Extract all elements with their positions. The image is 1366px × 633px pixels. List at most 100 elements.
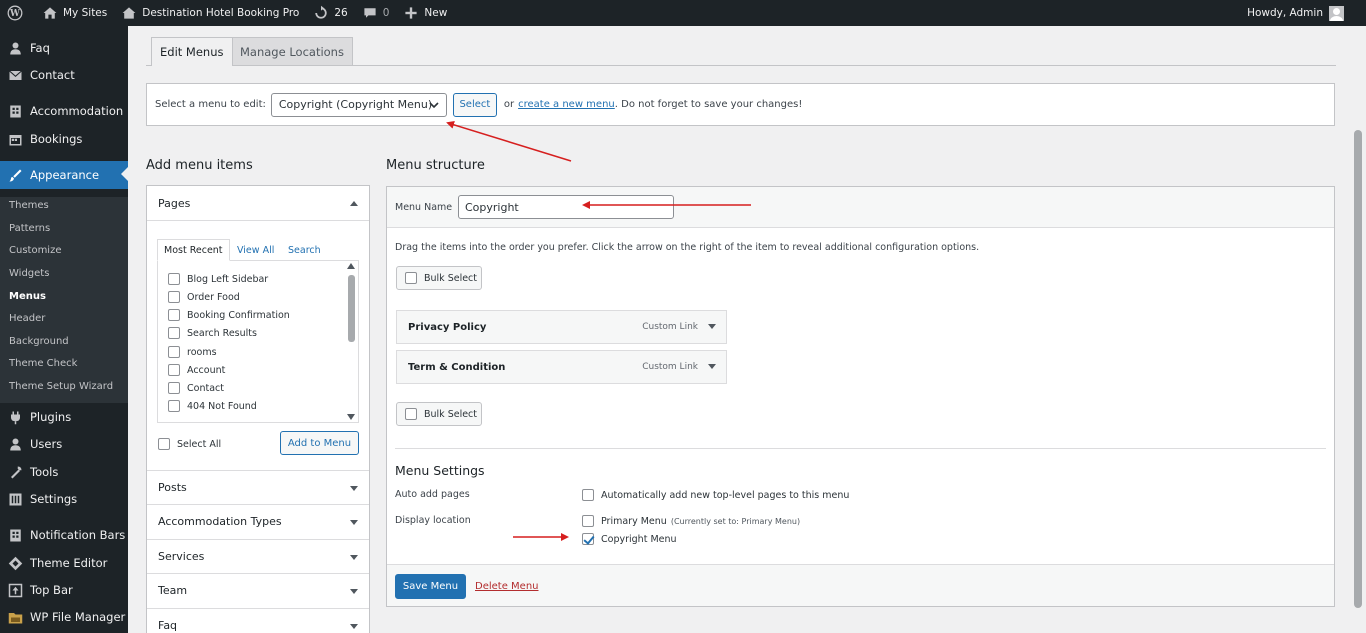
team-section-header[interactable]: Team xyxy=(147,573,369,607)
primary-menu-location[interactable]: Primary Menu (Currently set to: Primary M… xyxy=(582,515,800,527)
page-checkbox[interactable] xyxy=(168,346,180,358)
add-menu-items-accordion: Pages Most Recent View All Search Blog L… xyxy=(146,185,370,633)
sidebar-item-top-bar[interactable]: Top Bar xyxy=(0,577,128,603)
appearance-submenu: Themes Patterns Customize Widgets Menus … xyxy=(0,197,128,403)
tab-view-all[interactable]: View All xyxy=(237,239,274,261)
howdy-label: Howdy, Admin xyxy=(1247,7,1323,19)
add-to-menu-button[interactable]: Add to Menu xyxy=(280,431,359,455)
menu-item-privacy-policy[interactable]: Privacy Policy Custom Link xyxy=(396,310,727,344)
sidebar-item-wp-file-manager[interactable]: WP File Manager xyxy=(0,604,128,630)
auto-add-pages-checkbox[interactable] xyxy=(582,489,594,501)
tab-most-recent[interactable]: Most Recent xyxy=(157,239,230,261)
sidebar-item-settings[interactable]: Settings xyxy=(0,486,128,512)
scroll-down-arrow-icon[interactable] xyxy=(347,414,355,420)
copyright-menu-checkbox[interactable] xyxy=(582,533,594,545)
primary-menu-checkbox[interactable] xyxy=(582,515,594,527)
submenu-item-menus[interactable]: Menus xyxy=(9,291,46,302)
select-all-checkbox[interactable] xyxy=(158,438,170,450)
bulk-select-bottom[interactable]: Bulk Select xyxy=(396,402,482,426)
sidebar-item-faq[interactable]: Faq xyxy=(0,35,128,61)
updates-link[interactable]: 26 xyxy=(306,0,354,26)
sidebar-item-plugins[interactable]: Plugins xyxy=(0,404,128,430)
bulk-select-checkbox[interactable] xyxy=(405,272,417,284)
submenu-item-header[interactable]: Header xyxy=(9,313,45,324)
menu-management-panel: Menu Name Copyright Drag the items into … xyxy=(386,186,1335,607)
settings-icon xyxy=(9,493,22,505)
page-checkbox[interactable] xyxy=(168,382,180,394)
sidebar-item-contact[interactable]: Contact xyxy=(0,62,128,88)
list-item[interactable]: 404 Not Found xyxy=(168,400,257,412)
chevron-down-icon[interactable] xyxy=(708,364,716,369)
avatar xyxy=(1329,5,1344,21)
comments-count: 0 xyxy=(382,7,390,19)
page-checkbox[interactable] xyxy=(168,291,180,303)
list-item[interactable]: Account xyxy=(168,364,225,376)
submenu-item-theme-setup-wizard[interactable]: Theme Setup Wizard xyxy=(9,381,113,392)
submenu-item-widgets[interactable]: Widgets xyxy=(9,268,49,279)
menu-item-type: Custom Link xyxy=(642,362,698,372)
auto-add-pages-option[interactable]: Automatically add new top-level pages to… xyxy=(582,489,849,501)
submenu-item-customize[interactable]: Customize xyxy=(9,245,62,256)
wordpress-logo[interactable]: W xyxy=(0,0,35,26)
sidebar-item-accommodation[interactable]: Accommodation xyxy=(0,98,128,124)
primary-menu-note: (Currently set to: Primary Menu) xyxy=(670,516,801,526)
create-new-menu-link[interactable]: create a new menu xyxy=(518,99,615,110)
page-checkbox[interactable] xyxy=(168,309,180,321)
delete-menu-link[interactable]: Delete Menu xyxy=(475,581,539,592)
list-item[interactable]: Search Results xyxy=(168,327,257,339)
tab-search[interactable]: Search xyxy=(288,239,321,261)
save-menu-button[interactable]: Save Menu xyxy=(395,574,466,599)
sidebar-item-label: Accommodation xyxy=(30,104,124,118)
submenu-item-patterns[interactable]: Patterns xyxy=(9,223,50,234)
page-checkbox[interactable] xyxy=(168,400,180,412)
my-account[interactable]: Howdy, Admin xyxy=(1247,5,1366,21)
menu-select-dropdown[interactable]: Copyright (Copyright Menu) xyxy=(270,92,447,117)
comments-link[interactable]: 0 xyxy=(355,0,397,26)
menu-item-type: Custom Link xyxy=(642,322,698,332)
copyright-menu-location[interactable]: Copyright Menu xyxy=(582,533,677,545)
bulk-select-label: Bulk Select xyxy=(424,272,478,284)
my-sites-link[interactable]: My Sites xyxy=(35,0,114,26)
tab-edit-menus[interactable]: Edit Menus xyxy=(151,37,233,66)
page-checkbox[interactable] xyxy=(168,273,180,285)
site-name-link[interactable]: Destination Hotel Booking Pro xyxy=(114,0,306,26)
sidebar-item-appearance[interactable]: Appearance xyxy=(0,161,128,189)
pages-scrollbar[interactable] xyxy=(347,263,356,420)
list-item[interactable]: Booking Confirmation xyxy=(168,309,290,321)
settings-divider xyxy=(395,448,1326,449)
menu-name-input[interactable]: Copyright xyxy=(458,195,674,219)
list-item[interactable]: Contact xyxy=(168,382,224,394)
select-all-pages[interactable]: Select All xyxy=(158,438,221,450)
submenu-item-theme-check[interactable]: Theme Check xyxy=(9,358,77,369)
sidebar-item-theme-editor[interactable]: Theme Editor xyxy=(0,550,128,576)
sidebar-item-notification-bars[interactable]: Notification Bars xyxy=(0,522,128,548)
bulk-select-top[interactable]: Bulk Select xyxy=(396,266,482,290)
list-item[interactable]: rooms xyxy=(168,346,217,358)
chevron-down-icon[interactable] xyxy=(708,324,716,329)
tab-manage-locations[interactable]: Manage Locations xyxy=(231,37,353,65)
new-content-link[interactable]: New xyxy=(396,0,454,26)
sidebar-item-bookings[interactable]: Bookings xyxy=(0,126,128,152)
sidebar-item-tools[interactable]: Tools xyxy=(0,459,128,485)
accommodation-types-section-header[interactable]: Accommodation Types xyxy=(147,504,369,538)
sidebar-item-users[interactable]: Users xyxy=(0,431,128,457)
list-item[interactable]: Order Food xyxy=(168,291,240,303)
faq-section-header[interactable]: Faq xyxy=(147,608,369,633)
page-label: Booking Confirmation xyxy=(187,309,290,321)
pages-section-header[interactable]: Pages xyxy=(147,186,369,221)
menu-item-term-condition[interactable]: Term & Condition Custom Link xyxy=(396,350,727,384)
page-scrollbar[interactable] xyxy=(1351,26,1366,633)
page-checkbox[interactable] xyxy=(168,364,180,376)
submenu-item-background[interactable]: Background xyxy=(9,336,69,347)
select-button[interactable]: Select xyxy=(452,92,497,117)
submenu-item-themes[interactable]: Themes xyxy=(9,200,49,211)
scroll-thumb[interactable] xyxy=(348,275,355,342)
services-section-header[interactable]: Services xyxy=(147,539,369,573)
scroll-up-arrow-icon[interactable] xyxy=(347,263,355,269)
posts-section-header[interactable]: Posts xyxy=(147,470,369,504)
list-item[interactable]: Blog Left Sidebar xyxy=(168,273,268,285)
bulk-select-checkbox[interactable] xyxy=(405,408,417,420)
plus-icon xyxy=(405,7,418,19)
page-checkbox[interactable] xyxy=(168,327,180,339)
page-scroll-thumb[interactable] xyxy=(1354,130,1362,608)
